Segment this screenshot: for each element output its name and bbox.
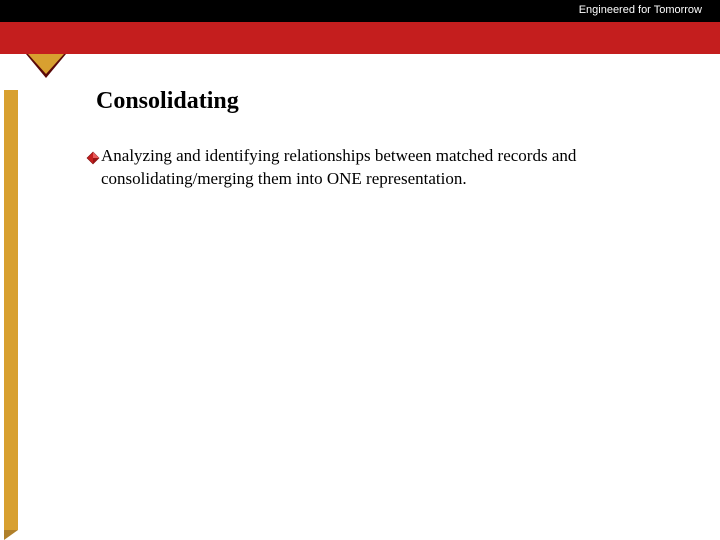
diamond-bullet-icon (86, 149, 100, 163)
slide-content: Consolidating Analyzing and identifying … (96, 88, 680, 191)
slide-title: Consolidating (96, 88, 680, 115)
top-black-bar: Engineered for Tomorrow (0, 0, 720, 22)
bullet-text: Analyzing and identifying relationships … (101, 145, 680, 191)
header-red-stripe (0, 22, 720, 54)
brand-tagline: Engineered for Tomorrow (579, 4, 702, 16)
left-accent-bar (4, 90, 18, 530)
header-notch-decoration (26, 54, 66, 78)
bullet-item: Analyzing and identifying relationships … (86, 145, 680, 191)
